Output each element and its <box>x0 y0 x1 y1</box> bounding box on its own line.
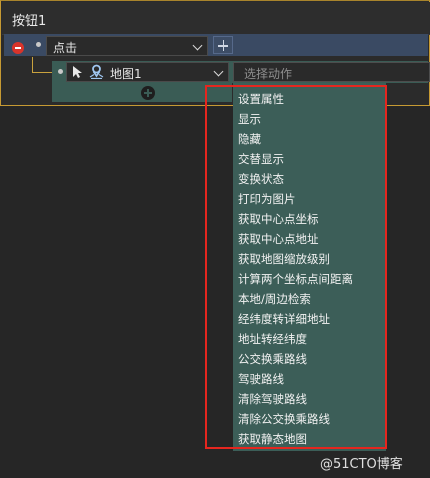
watermark: @51CTO博客 <box>320 457 403 472</box>
tree-line <box>32 57 33 73</box>
map-widget-icon <box>89 64 104 79</box>
event-select[interactable]: 点击 <box>46 36 208 56</box>
tree-line <box>32 72 54 73</box>
add-event-button[interactable] <box>213 36 233 54</box>
add-action-icon[interactable] <box>141 86 155 100</box>
bullet-icon <box>58 69 63 74</box>
action-input[interactable]: 选择动作 <box>233 62 430 82</box>
cursor-icon <box>73 66 82 78</box>
highlight-annotation <box>205 85 387 449</box>
event-select-value: 点击 <box>53 41 78 55</box>
target-select-label: 地图1 <box>110 67 142 81</box>
remove-icon[interactable] <box>12 42 24 54</box>
bullet-icon <box>36 42 41 47</box>
chevron-down-icon <box>192 40 203 51</box>
panel-title-bar: 按钮1 <box>2 2 430 35</box>
panel-title: 按钮1 <box>12 14 47 29</box>
chevron-down-icon <box>213 66 224 77</box>
